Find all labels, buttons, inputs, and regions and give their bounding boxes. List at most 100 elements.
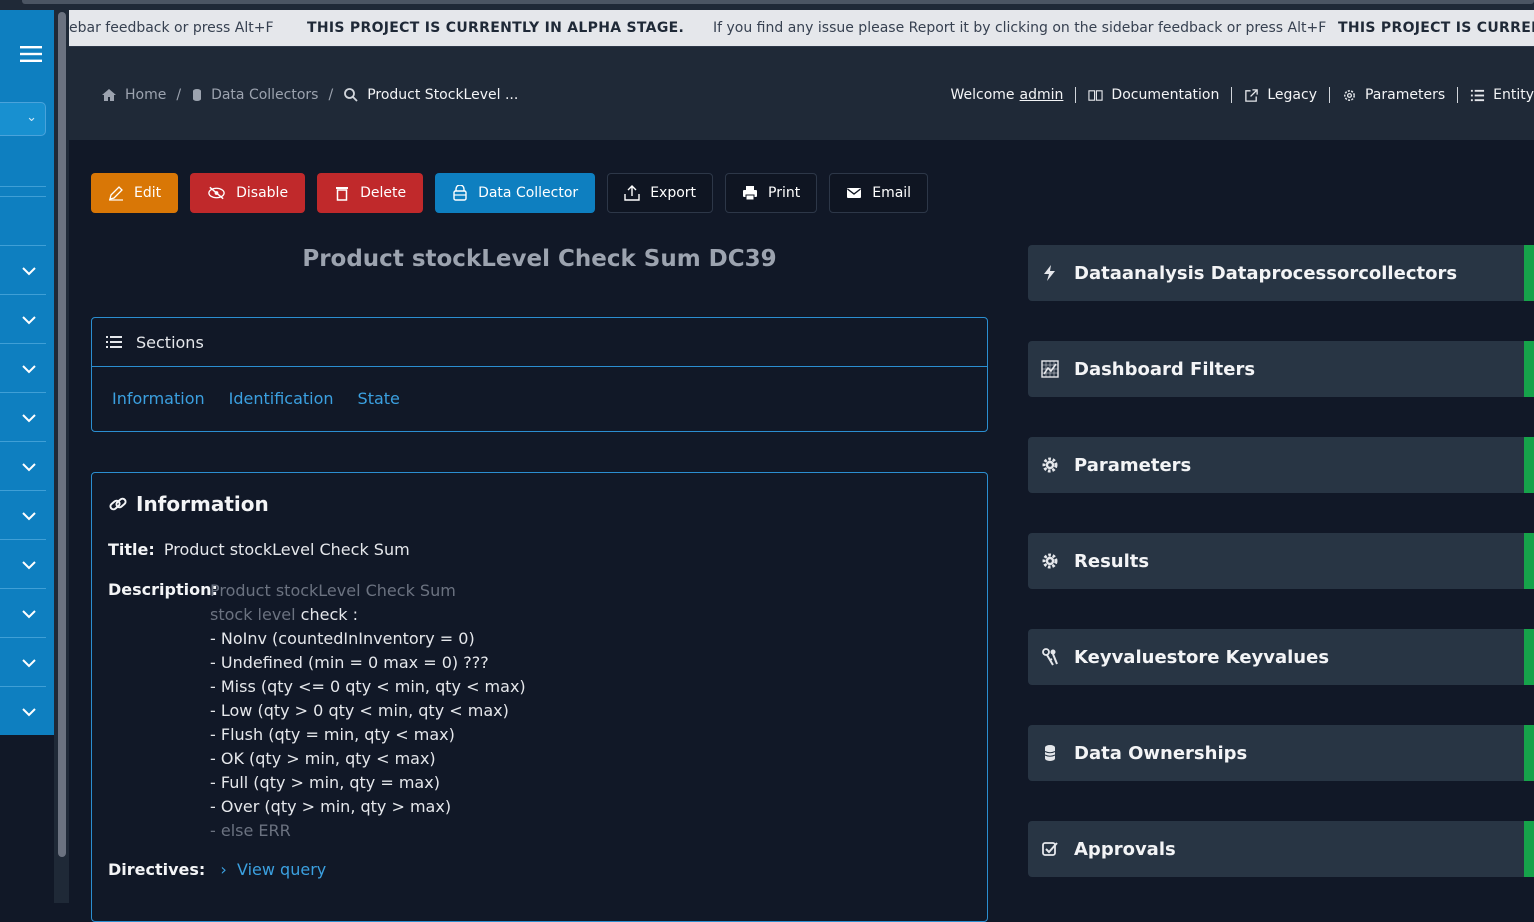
view-query-link[interactable]: › View query (220, 860, 326, 879)
description-item: - Over (qty > min, qty > max) (210, 795, 526, 819)
page-title: Product stockLevel Check Sum DC39 (91, 246, 988, 272)
print-label: Print (768, 185, 800, 201)
ticker-alpha-text: THIS PROJECT IS CURRENTLY IN ALPHA STAGE… (307, 20, 684, 36)
delete-button[interactable]: Delete (317, 173, 423, 213)
sidebar-divider (0, 294, 46, 295)
panel-label: Data Ownerships (1074, 743, 1247, 764)
sidebar-divider (0, 539, 46, 540)
chevron-down-icon[interactable] (20, 657, 38, 669)
chevron-down-icon[interactable] (20, 559, 38, 571)
chevron-down-icon[interactable] (20, 608, 38, 620)
panel-keyvaluestore-keyvalues[interactable]: Keyvaluestore Keyvalues (1028, 629, 1534, 685)
sidebar-divider (0, 637, 46, 638)
scrollbar-thumb[interactable] (58, 12, 66, 857)
panel-data-ownerships[interactable]: Data Ownerships (1028, 725, 1534, 781)
nav-documentation[interactable]: Documentation (1076, 87, 1232, 103)
title-value: Product stockLevel Check Sum (164, 540, 410, 559)
nav-documentation-label: Documentation (1111, 87, 1219, 103)
sections-title: Sections (136, 333, 204, 352)
disable-button[interactable]: Disable (190, 173, 305, 213)
chevron-down-icon: ⌄ (26, 110, 37, 125)
chevron-down-icon[interactable] (20, 265, 38, 277)
description-line: - else ERR (210, 819, 526, 843)
export-button[interactable]: Export (607, 173, 713, 213)
email-button[interactable]: Email (829, 173, 928, 213)
bolt-icon (1041, 264, 1059, 282)
directives-row: Directives: › View query (108, 860, 326, 879)
pencil-icon (108, 185, 124, 201)
database-icon (1041, 744, 1059, 762)
top-nav: Welcome admin Documentation Legacy Param… (939, 87, 1534, 103)
section-link-identification[interactable]: Identification (229, 389, 334, 408)
alpha-notice-ticker: ebar feedback or press Alt+F THIS PROJEC… (69, 10, 1534, 46)
panel-dataanalysis-dataprocessorcollectors[interactable]: Dataanalysis Dataprocessorcollectors (1028, 245, 1534, 301)
lock-box-icon (452, 185, 468, 201)
nav-legacy[interactable]: Legacy (1232, 87, 1330, 103)
breadcrumb-current: Product StockLevel ... (367, 87, 518, 103)
description-value: Product stockLevel Check Sum stock level… (210, 579, 526, 843)
user-link[interactable]: admin (1020, 87, 1064, 103)
ticker-alpha-text: THIS PROJECT IS CURREN (1338, 20, 1534, 36)
view-query-label: View query (237, 860, 326, 879)
panel-status-stripe (1524, 341, 1534, 397)
hamburger-menu-icon[interactable] (20, 46, 42, 62)
sidebar-divider (0, 245, 46, 246)
gear-icon (1041, 552, 1059, 570)
search-icon (343, 87, 359, 103)
nav-parameters[interactable]: Parameters (1330, 87, 1458, 103)
disable-label: Disable (236, 185, 288, 201)
description-text: check : (296, 605, 358, 624)
title-row: Title: Product stockLevel Check Sum (108, 540, 410, 559)
chevron-down-icon[interactable] (20, 363, 38, 375)
description-item: - Undefined (min = 0 max = 0) ??? (210, 651, 526, 675)
sections-links: Information Identification State (92, 367, 987, 408)
description-items: - NoInv (countedInInventory = 0)- Undefi… (210, 627, 526, 819)
nav-entity[interactable]: Entity (1458, 87, 1534, 103)
section-link-information[interactable]: Information (112, 389, 205, 408)
delete-label: Delete (360, 185, 406, 201)
breadcrumb-separator: / (328, 87, 333, 103)
panel-status-stripe (1524, 725, 1534, 781)
sidebar-divider (0, 186, 46, 187)
export-label: Export (650, 185, 696, 201)
section-link-state[interactable]: State (358, 389, 400, 408)
panel-results[interactable]: Results (1028, 533, 1534, 589)
gear-icon (1041, 456, 1059, 474)
home-icon (101, 87, 117, 103)
chevron-down-icon[interactable] (20, 412, 38, 424)
panel-label: Approvals (1074, 839, 1176, 860)
panel-status-stripe (1524, 245, 1534, 301)
panel-label: Results (1074, 551, 1149, 572)
welcome-label: Welcome (951, 87, 1015, 103)
description-item: - Full (qty > min, qty = max) (210, 771, 526, 795)
database-icon (191, 87, 203, 103)
sidebar-divider (0, 196, 46, 197)
trash-icon (334, 185, 350, 201)
data-collector-button[interactable]: Data Collector (435, 173, 595, 213)
print-button[interactable]: Print (725, 173, 817, 213)
sidebar-selector[interactable]: ⌄ (0, 102, 46, 136)
browser-tab-bar (22, 0, 1534, 4)
breadcrumb-data-collectors[interactable]: Data Collectors (211, 87, 318, 103)
panel-dashboard-filters[interactable]: Dashboard Filters (1028, 341, 1534, 397)
description-faded-text: stock level (210, 605, 296, 624)
chevron-down-icon[interactable] (20, 461, 38, 473)
panel-parameters[interactable]: Parameters (1028, 437, 1534, 493)
panel-status-stripe (1524, 533, 1534, 589)
description-item: - Flush (qty = min, qty < max) (210, 723, 526, 747)
sidebar-divider (0, 588, 46, 589)
sidebar-divider (0, 490, 46, 491)
chevron-down-icon[interactable] (20, 510, 38, 522)
browser-top-strip (0, 0, 1534, 10)
panel-approvals[interactable]: Approvals (1028, 821, 1534, 877)
sidebar-divider (0, 686, 46, 687)
ticker-text: ebar feedback or press Alt+F (69, 20, 274, 36)
nav-entity-label: Entity (1493, 87, 1534, 103)
chevron-down-icon[interactable] (20, 706, 38, 718)
chevron-down-icon[interactable] (20, 314, 38, 326)
panel-status-stripe (1524, 437, 1534, 493)
sidebar: ⌄ (0, 10, 54, 735)
edit-button[interactable]: Edit (91, 173, 178, 213)
title-label: Title: (108, 540, 155, 559)
breadcrumb-home[interactable]: Home (125, 87, 166, 103)
